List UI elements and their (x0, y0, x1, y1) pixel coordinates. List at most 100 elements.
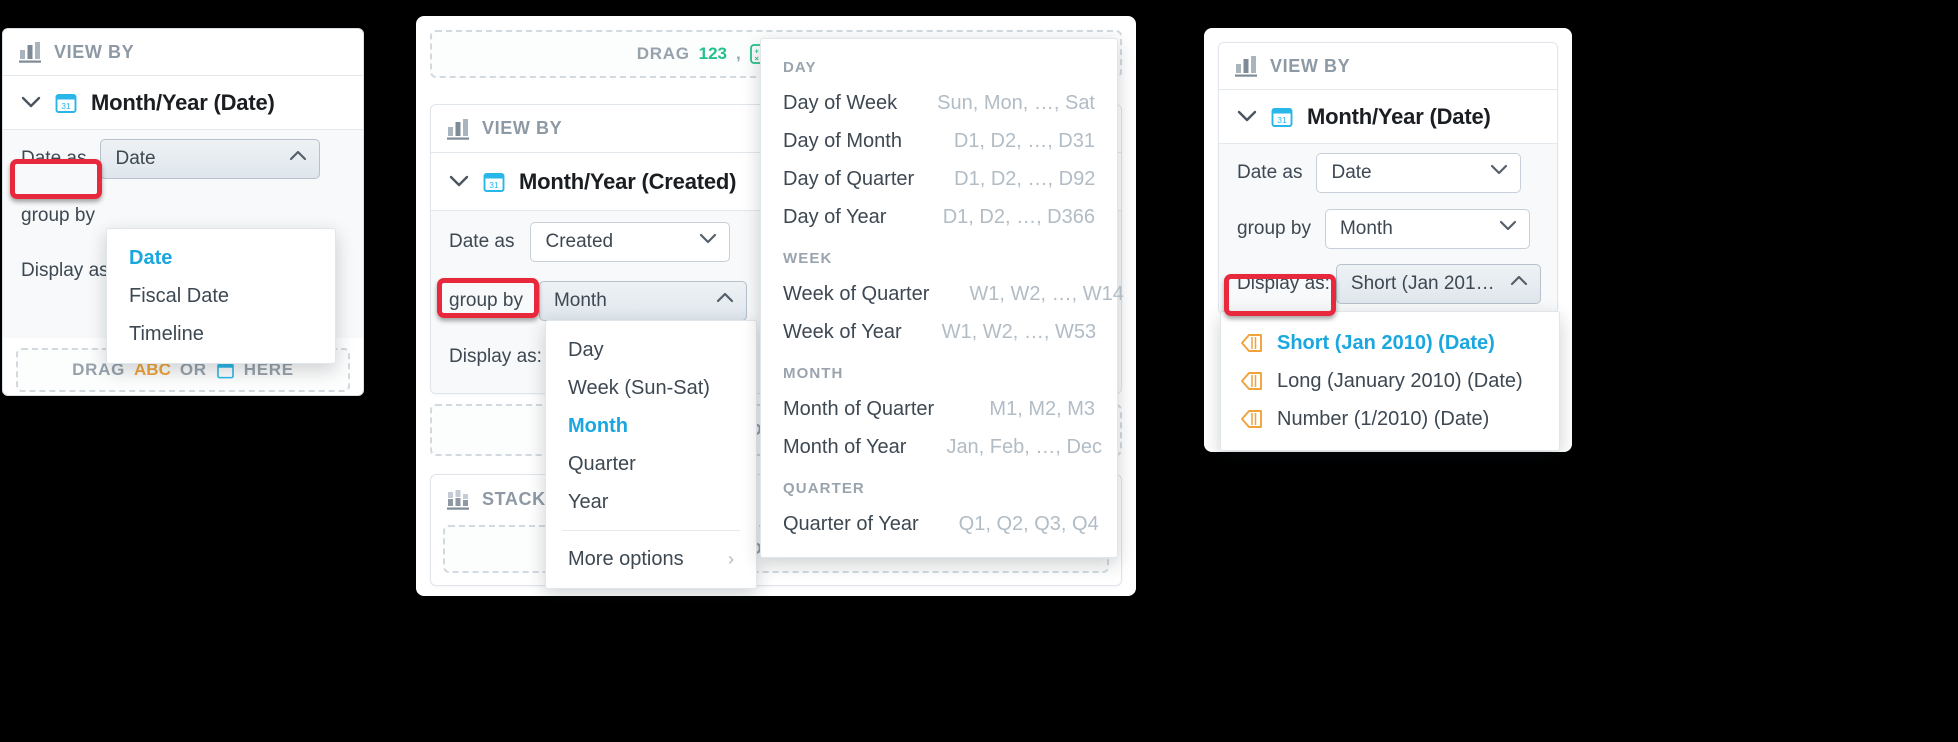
submenu-item-hint: Sun, Mon, …, Sat (937, 91, 1095, 114)
chevron-down-icon[interactable] (1490, 164, 1508, 182)
bar-chart-icon (19, 41, 43, 63)
svg-text:31: 31 (489, 180, 499, 190)
submenu-item-week-of-quarter[interactable]: Week of Quarter W1, W2, …, W14 (761, 275, 1124, 313)
submenu-item-label: Day of Week (783, 91, 898, 114)
panel3-label-group-by: group by (1237, 217, 1311, 239)
menu-item-short-date[interactable]: Short (Jan 2010) (Date) (1221, 324, 1559, 362)
menu-item-year[interactable]: Year (546, 483, 756, 521)
date-as-select-value: Date (1331, 161, 1372, 183)
submenu-item-day-of-month[interactable]: Day of Month D1, D2, …, D31 (761, 122, 1117, 160)
panel3-view-by-header: VIEW BY (1219, 43, 1557, 90)
panel3-field-row[interactable]: 31 Month/Year (Date) (1219, 90, 1557, 144)
panel3-field-title: Month/Year (Date) (1307, 103, 1491, 129)
chevron-down-icon[interactable] (1237, 110, 1257, 123)
calendar-icon: 31 (1270, 105, 1294, 129)
menu-divider (562, 530, 740, 531)
tag-icon (1239, 332, 1265, 354)
more-options-submenu[interactable]: DAY Day of Week Sun, Mon, …, Sat Day of … (760, 38, 1124, 558)
menu-item-label: Date (129, 246, 173, 269)
panel1-row-date-as: Date as Date (3, 130, 363, 188)
menu-item-label: Week (Sun-Sat) (568, 376, 710, 399)
menu-item-label: Timeline (129, 322, 204, 345)
menu-item-long-date[interactable]: Long (January 2010) (Date) (1221, 362, 1559, 400)
display-as-select[interactable]: Short (Jan 2010) (… (1335, 263, 1541, 304)
panel3-body: Date as Date group by Month Display as: … (1219, 144, 1557, 314)
panel3-label-display-as: Display as: (1237, 272, 1330, 294)
menu-item-week[interactable]: Week (Sun-Sat) (546, 369, 756, 407)
dropzone-prefix: DRAG (636, 44, 690, 63)
menu-item-month[interactable]: Month (546, 407, 756, 445)
panel1-section-label: VIEW BY (54, 41, 135, 62)
display-as-dropdown-menu[interactable]: Short (Jan 2010) (Date) Long (January 20… (1220, 311, 1560, 451)
panel1-field-title: Month/Year (Date) (91, 89, 275, 115)
date-as-select[interactable]: Date (1316, 152, 1522, 193)
panel2-field-title: Month/Year (Created) (519, 168, 737, 194)
menu-item-day[interactable]: Day (546, 331, 756, 369)
menu-item-number-date[interactable]: Number (1/2010) (Date) (1221, 400, 1559, 438)
chevron-down-icon[interactable] (21, 96, 41, 109)
display-as-select-value: Short (Jan 2010) (… (1350, 272, 1500, 294)
chevron-up-icon[interactable] (289, 150, 307, 168)
menu-item-label: Long (January 2010) (Date) (1277, 369, 1523, 392)
svg-text:31: 31 (1277, 115, 1287, 125)
chevron-down-icon[interactable] (1499, 220, 1517, 238)
menu-item-date[interactable]: Date (107, 239, 335, 277)
date-as-select[interactable]: Date (100, 139, 321, 179)
svg-text:31: 31 (61, 101, 71, 111)
submenu-group-title-day: DAY (783, 59, 817, 76)
panel2-label-date-as: Date as (449, 231, 515, 252)
menu-item-label: Short (Jan 2010) (Date) (1277, 331, 1495, 354)
date-as-dropdown-menu[interactable]: Date Fiscal Date Timeline (106, 228, 336, 364)
menu-item-fiscal-date[interactable]: Fiscal Date (107, 277, 335, 315)
numeric-token: 123 (698, 44, 727, 63)
submenu-item-label: Quarter of Year (783, 512, 919, 535)
submenu-item-hint: D1, D2, …, D92 (954, 167, 1096, 190)
menu-item-more-options[interactable]: More options › (546, 540, 756, 578)
submenu-item-day-of-year[interactable]: Day of Year D1, D2, …, D366 (761, 198, 1117, 236)
date-as-select-value: Created (545, 231, 614, 252)
panel3-view-by-card: VIEW BY 31 Month/Year (Date) Date as Dat… (1218, 42, 1558, 314)
menu-item-timeline[interactable]: Timeline (107, 315, 335, 353)
menu-item-quarter[interactable]: Quarter (546, 445, 756, 483)
submenu-item-hint: M1, M2, M3 (989, 397, 1095, 420)
chevron-down-icon[interactable] (449, 175, 469, 188)
submenu-item-hint: Jan, Feb, …, Dec (946, 435, 1103, 458)
calendar-icon: 31 (482, 170, 506, 194)
group-by-select-value: Month (553, 290, 607, 311)
group-by-select[interactable]: Month (538, 281, 747, 321)
menu-item-label: Year (568, 490, 609, 513)
submenu-item-month-of-quarter[interactable]: Month of Quarter M1, M2, M3 (761, 390, 1117, 428)
date-as-select[interactable]: Created (530, 222, 731, 262)
menu-item-label: Number (1/2010) (Date) (1277, 407, 1490, 430)
panel2-label-display-as: Display as: (449, 346, 542, 367)
panel1-label-group-by: group by (21, 204, 95, 226)
calendar-icon: 31 (54, 91, 78, 115)
panel2-label-group-by: group by (449, 290, 523, 311)
stack-chart-icon (447, 488, 471, 510)
panel-display-as: VIEW BY 31 Month/Year (Date) Date as Dat… (1204, 28, 1572, 452)
group-by-select[interactable]: Month (1324, 208, 1530, 249)
panel1-field-row[interactable]: 31 Month/Year (Date) (3, 76, 363, 130)
submenu-item-quarter-of-year[interactable]: Quarter of Year Q1, Q2, Q3, Q4 (761, 505, 1117, 543)
submenu-item-label: Day of Quarter (783, 167, 915, 190)
submenu-item-month-of-year[interactable]: Month of Year Jan, Feb, …, Dec (761, 428, 1117, 466)
menu-item-label: More options (568, 547, 684, 570)
panel3-section-label: VIEW BY (1270, 55, 1351, 76)
submenu-item-label: Month of Quarter (783, 397, 935, 420)
submenu-item-hint: D1, D2, …, D31 (953, 129, 1095, 152)
submenu-item-day-of-quarter[interactable]: Day of Quarter D1, D2, …, D92 (761, 160, 1117, 198)
panel1-label-display-as: Display as (21, 259, 109, 281)
panel2-section-label: VIEW BY (482, 118, 563, 138)
submenu-item-day-of-week[interactable]: Day of Week Sun, Mon, …, Sat (761, 84, 1117, 122)
submenu-item-label: Day of Year (783, 205, 887, 228)
chevron-down-icon[interactable] (699, 233, 717, 251)
tag-icon (1239, 370, 1265, 392)
submenu-item-week-of-year[interactable]: Week of Year W1, W2, …, W53 (761, 313, 1117, 351)
chevron-up-icon[interactable] (1510, 275, 1528, 293)
group-by-dropdown-menu[interactable]: Day Week (Sun-Sat) Month Quarter Year Mo… (545, 320, 757, 589)
menu-item-label: Month (568, 414, 628, 437)
chevron-right-icon: › (728, 548, 734, 569)
group-by-select-value: Month (1339, 217, 1393, 239)
submenu-item-hint: W1, W2, …, W14 (969, 282, 1124, 305)
chevron-up-icon[interactable] (716, 292, 734, 310)
